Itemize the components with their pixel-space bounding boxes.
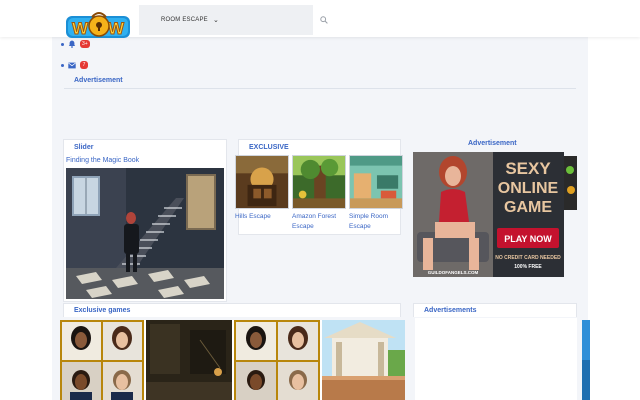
advertisements-slot xyxy=(415,318,577,400)
chevron-down-icon: ⌄ xyxy=(213,17,219,24)
notification-bell-item[interactable]: 3+ xyxy=(61,40,90,48)
game-thumbnail xyxy=(349,155,403,209)
svg-text:W: W xyxy=(72,19,89,38)
advertisement-heading: Advertisement xyxy=(468,140,517,147)
slider-caption-link[interactable]: Finding the Magic Book xyxy=(66,157,139,164)
search-input[interactable] xyxy=(313,5,588,35)
game-thumbnail-peek[interactable] xyxy=(564,156,577,210)
ad-brand: GUILDOFANGELS.COM xyxy=(428,270,479,275)
ad-note-2: 100% FREE xyxy=(514,264,542,270)
list-bullet xyxy=(61,42,64,46)
exclusive-title: EXCLUSIVE xyxy=(249,144,289,151)
game-title-link[interactable]: Simple Room Escape xyxy=(349,212,405,232)
exclusive-games-title: Exclusive games xyxy=(74,307,131,314)
game-thumbnail-peek[interactable] xyxy=(582,320,590,400)
game-tile[interactable]: Simple Room Escape xyxy=(349,155,405,232)
advertisement-heading: Advertisement xyxy=(74,77,123,84)
ad-headline-1: SEXY xyxy=(505,159,551,178)
game-title-link[interactable]: Amazon Forest Escape xyxy=(292,212,348,232)
game-thumbnail xyxy=(292,155,346,209)
exclusive-games-header: Exclusive games xyxy=(63,303,401,317)
divider xyxy=(64,88,576,89)
advertisements-header: Advertisements xyxy=(413,303,577,317)
message-count-badge: 7 xyxy=(80,61,88,69)
advertisement-banner[interactable]: SEXY ONLINE GAME PLAY NOW NO CREDIT CARD… xyxy=(413,152,564,277)
exclusive-game-list: Hills Escape Amazon Forest Escape Simple… xyxy=(235,155,405,233)
game-thumbnail xyxy=(235,155,289,209)
advertisements-title: Advertisements xyxy=(424,307,477,314)
site-logo[interactable]: W W xyxy=(64,8,132,42)
slider-game-image[interactable] xyxy=(66,168,224,299)
exclusive-games-strip[interactable] xyxy=(60,320,405,400)
mail-icon xyxy=(68,62,76,68)
ad-play-now-label: PLAY NOW xyxy=(504,234,552,244)
category-dropdown[interactable]: ROOM ESCAPE ⌄ xyxy=(139,5,313,35)
game-thumbnail xyxy=(60,320,144,400)
game-title-link[interactable]: Hills Escape xyxy=(235,212,291,222)
list-bullet xyxy=(61,63,64,67)
category-dropdown-label: ROOM ESCAPE xyxy=(161,17,208,23)
bell-icon xyxy=(68,40,76,48)
game-tile[interactable]: Hills Escape xyxy=(235,155,291,222)
slider-title: Slider xyxy=(74,144,94,151)
ad-headline-2: ONLINE xyxy=(498,180,559,197)
ad-headline-3: GAME xyxy=(504,199,552,216)
notification-mail-item[interactable]: 7 xyxy=(61,61,88,69)
svg-text:W: W xyxy=(108,19,125,38)
ad-note-1: NO CREDIT CARD NEEDED xyxy=(495,255,561,261)
search-icon[interactable] xyxy=(320,16,328,24)
notification-count-badge: 3+ xyxy=(80,40,90,48)
game-tile[interactable]: Amazon Forest Escape xyxy=(292,155,348,232)
